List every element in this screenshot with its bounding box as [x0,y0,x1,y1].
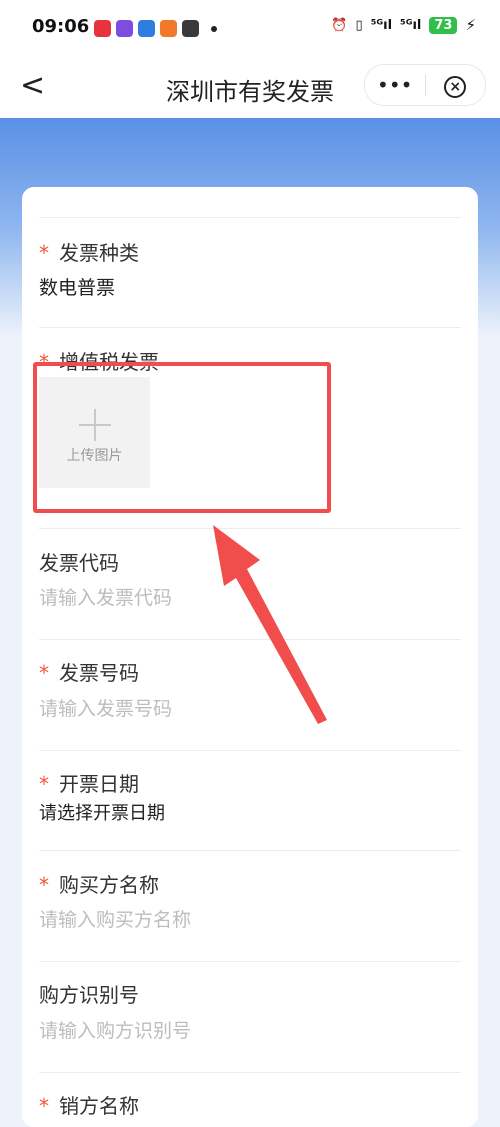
pointer-arrow [213,525,327,724]
arrow-shape [213,525,327,724]
